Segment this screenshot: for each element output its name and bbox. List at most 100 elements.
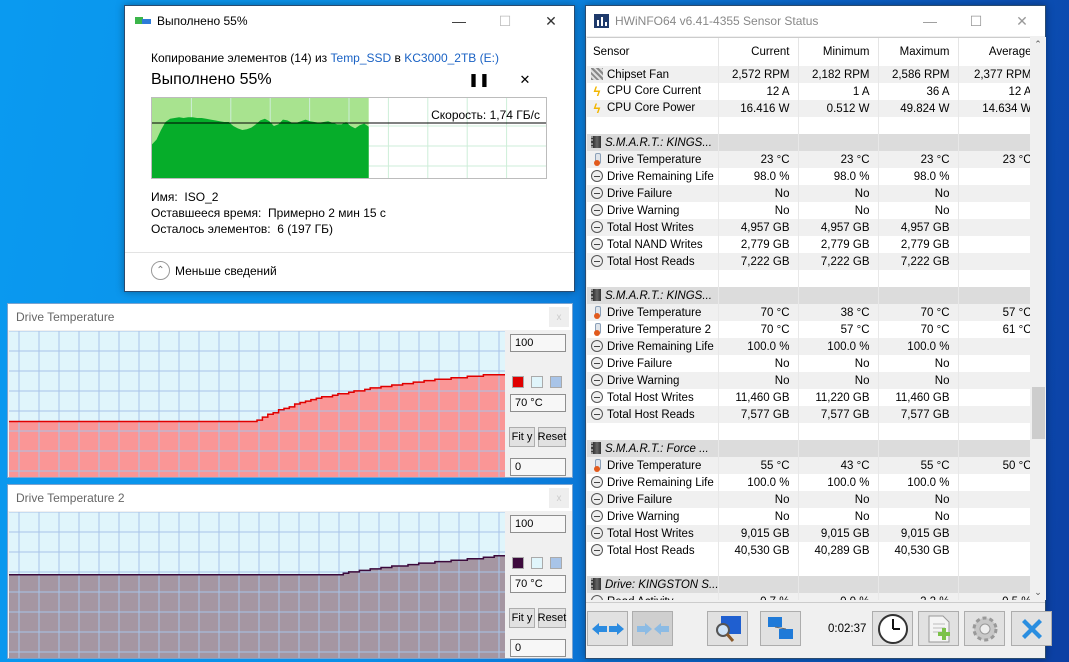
- sensor-row[interactable]: Total NAND Writes 2,779 GB 2,779 GB 2,779 G…: [587, 236, 1030, 253]
- sensor-row[interactable]: Drive Temperature 70 °C 38 °C 70 °C 57 °C: [587, 304, 1030, 321]
- empty-cell: [798, 576, 879, 593]
- current-value: 0.7 %: [718, 593, 799, 600]
- minimize-button[interactable]: —: [436, 6, 482, 36]
- empty-cell: [587, 270, 719, 287]
- scrollbar-thumb[interactable]: [1032, 387, 1045, 439]
- destination-drive-link[interactable]: KC3000_2TB (E:): [404, 51, 499, 65]
- line-color-swatch[interactable]: [512, 557, 524, 569]
- reset-timer-button[interactable]: [872, 611, 913, 646]
- sensor-name: Drive Failure: [607, 494, 673, 506]
- logging-button[interactable]: [918, 611, 959, 646]
- line-color-swatch[interactable]: [512, 376, 524, 388]
- sensor-row[interactable]: Drive Temperature 55 °C 43 °C 55 °C 50 °C: [587, 457, 1030, 474]
- scroll-up-arrow[interactable]: ⌃: [1030, 39, 1046, 50]
- y-min-field[interactable]: 0: [510, 458, 566, 476]
- average-value: 50 °C: [958, 457, 1030, 474]
- minimum-value: 40,289 GB: [798, 542, 879, 559]
- sensor-row[interactable]: Drive Warning No No No: [587, 508, 1030, 525]
- close-button[interactable]: ✕: [528, 6, 574, 36]
- minimum-value: 2,182 RPM: [798, 66, 879, 83]
- maximum-value: No: [878, 508, 959, 525]
- close-sensors-button[interactable]: [1011, 611, 1052, 646]
- current-value: 9,015 GB: [718, 525, 799, 542]
- sensor-row[interactable]: Drive Remaining Life 100.0 % 100.0 % 100.0 …: [587, 474, 1030, 491]
- sensor-row[interactable]: ϟ CPU Core Power 16.416 W 0.512 W 49.824 W 14…: [587, 100, 1030, 117]
- pause-button[interactable]: ❚❚: [456, 72, 502, 88]
- hwinfo-title: HWiNFO64 v6.41-4355 Sensor Status: [615, 14, 819, 28]
- grid-color-swatch[interactable]: [550, 376, 562, 388]
- sensor-row[interactable]: Total Host Writes 9,015 GB 9,015 GB 9,015 G…: [587, 525, 1030, 542]
- sensor-row[interactable]: Chipset Fan 2,572 RPM 2,182 RPM 2,586 RPM 2,…: [587, 66, 1030, 83]
- column-header-maximum[interactable]: Maximum: [878, 38, 959, 66]
- y-min-field[interactable]: 0: [510, 639, 566, 657]
- temperature-plot-svg: [9, 511, 505, 658]
- sensor-name: Drive Warning: [607, 375, 680, 387]
- less-details-button[interactable]: ⌃ Меньше сведений: [151, 261, 277, 280]
- sensor-row[interactable]: Total Host Reads 7,577 GB 7,577 GB 7,577 GB: [587, 406, 1030, 423]
- y-max-field[interactable]: 100: [510, 515, 566, 533]
- background-color-swatch[interactable]: [531, 376, 543, 388]
- network-sensors-button[interactable]: [760, 611, 801, 646]
- graph-close-button[interactable]: x: [549, 488, 569, 508]
- sensor-search-button[interactable]: [707, 611, 748, 646]
- sensor-row[interactable]: Drive Failure No No No: [587, 185, 1030, 202]
- sensor-row[interactable]: Read Activity 0.7 %0.0 %2.2 %0.5 %: [587, 593, 1030, 600]
- sensor-row[interactable]: Drive Warning No No No: [587, 202, 1030, 219]
- fit-y-button[interactable]: Fit y: [509, 427, 535, 447]
- sensor-row[interactable]: ϟ CPU Core Current 12 A1 A 36 A 12 A: [587, 83, 1030, 100]
- network-icon: [767, 616, 793, 639]
- sensor-group-header[interactable]: S.M.A.R.T.: KINGS...: [587, 134, 1030, 151]
- cancel-copy-button[interactable]: ✕: [502, 72, 548, 88]
- sensor-row[interactable]: Drive Failure No No No: [587, 355, 1030, 372]
- y-max-field[interactable]: 100: [510, 334, 566, 352]
- maximum-value: No: [878, 491, 959, 508]
- temperature-plot: [9, 330, 505, 477]
- group-name-cell: Drive: KINGSTON S...: [587, 576, 719, 593]
- column-header-minimum[interactable]: Minimum: [798, 38, 879, 66]
- sensor-row[interactable]: Drive Temperature 2 70 °C 57 °C 70 °C 61 °C: [587, 321, 1030, 338]
- sensor-row[interactable]: Total Host Reads 40,530 GB 40,289 GB 40,530…: [587, 542, 1030, 559]
- maximum-value: 4,957 GB: [878, 219, 959, 236]
- sensor-row[interactable]: Drive Failure No No No: [587, 491, 1030, 508]
- column-header-sensor[interactable]: Sensor: [587, 38, 719, 66]
- sensor-name-cell: Total Host Writes: [587, 389, 719, 406]
- empty-cell: [718, 423, 799, 440]
- scroll-down-arrow[interactable]: ⌄: [1030, 587, 1046, 598]
- average-value: [958, 508, 1030, 525]
- clock-icon: [591, 187, 603, 199]
- empty-cell: [878, 559, 959, 576]
- fan-icon: [591, 68, 603, 80]
- sensor-row[interactable]: Total Host Writes 11,460 GB 11,220 GB 11,46…: [587, 389, 1030, 406]
- average-value: [958, 185, 1030, 202]
- grid-color-swatch[interactable]: [550, 557, 562, 569]
- close-button[interactable]: ✕: [999, 6, 1045, 36]
- reset-button[interactable]: Reset: [538, 427, 566, 447]
- sensor-row[interactable]: Drive Remaining Life 100.0 % 100.0 % 100.0 …: [587, 338, 1030, 355]
- sensor-group-header[interactable]: S.M.A.R.T.: Force ...: [587, 440, 1030, 457]
- sensor-row[interactable]: Drive Warning No No No: [587, 372, 1030, 389]
- vertical-scrollbar[interactable]: ⌃ ⌄: [1030, 37, 1046, 600]
- sensor-row[interactable]: Drive Temperature 23 °C 23 °C 23 °C 23 °C: [587, 151, 1030, 168]
- settings-button[interactable]: [964, 611, 1005, 646]
- reset-button[interactable]: Reset: [538, 608, 566, 628]
- sensor-group-header[interactable]: Drive: KINGSTON S...: [587, 576, 1030, 593]
- sensor-group-header[interactable]: S.M.A.R.T.: KINGS...: [587, 287, 1030, 304]
- spacer-row: [587, 117, 1030, 134]
- maximize-button[interactable]: ☐: [953, 6, 999, 36]
- column-header-current[interactable]: Current: [718, 38, 799, 66]
- source-folder-link[interactable]: Temp_SSD: [331, 51, 392, 65]
- current-value: No: [718, 491, 799, 508]
- sensor-row[interactable]: Total Host Reads 7,222 GB 7,222 GB 7,222 GB: [587, 253, 1030, 270]
- fit-y-button[interactable]: Fit y: [509, 608, 535, 628]
- average-value: 2,377 RPM: [958, 66, 1030, 83]
- expand-button[interactable]: [587, 611, 628, 646]
- background-color-swatch[interactable]: [531, 557, 543, 569]
- column-header-average[interactable]: Average: [958, 38, 1030, 66]
- sensor-name: Total Host Writes: [607, 392, 694, 404]
- sensor-name: Total Host Reads: [607, 409, 695, 421]
- sensor-row[interactable]: Total Host Writes 4,957 GB 4,957 GB 4,957 G…: [587, 219, 1030, 236]
- graph-close-button[interactable]: x: [549, 307, 569, 327]
- minimize-button[interactable]: —: [907, 6, 953, 36]
- sensor-row[interactable]: Drive Remaining Life 98.0 % 98.0 % 98.0 %: [587, 168, 1030, 185]
- minimum-value: No: [798, 372, 879, 389]
